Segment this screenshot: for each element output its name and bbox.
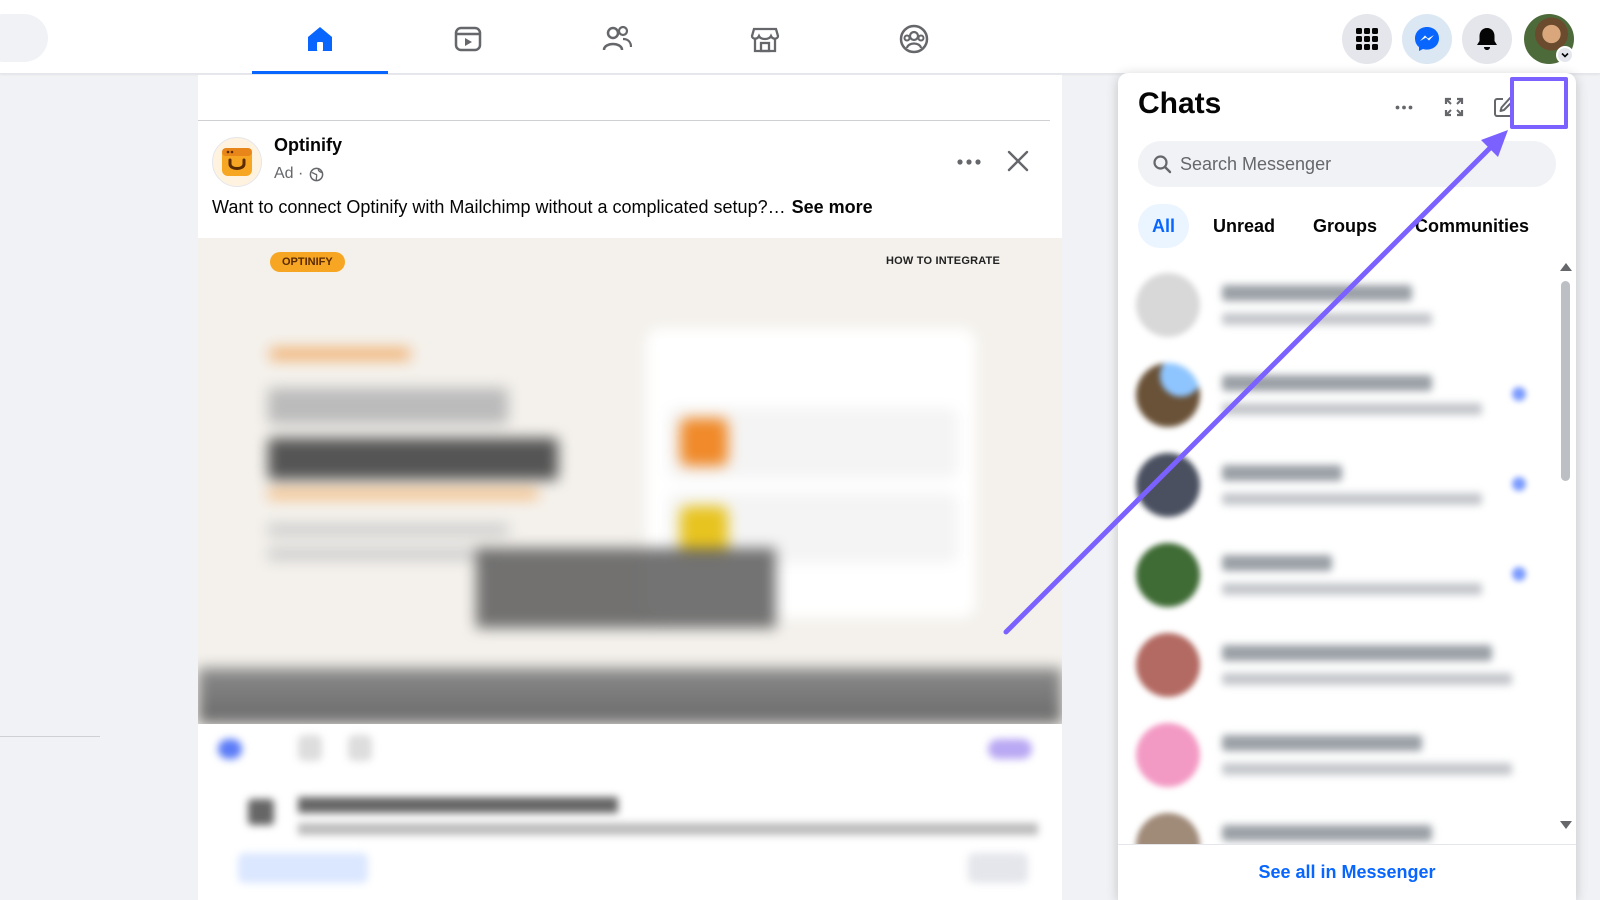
optinify-logo-icon [222,148,252,176]
scroll-up-arrow-icon[interactable] [1560,263,1572,271]
expand-icon [1444,97,1464,117]
promo-footer [228,781,1048,891]
hide-post-button[interactable] [1000,143,1036,179]
chats-panel: Chats All Unread Groups Communities [1118,73,1576,900]
media-howto-label: HOW TO INTEGRATE [886,255,1001,267]
account-chevron-down-icon[interactable] [1556,46,1574,64]
post-meta: Ad · [274,165,324,183]
messenger-button[interactable] [1402,14,1452,64]
messenger-icon [1415,27,1439,51]
nav-tab-marketplace[interactable] [697,4,833,74]
search-field-stub[interactable] [0,14,48,62]
notifications-bell-icon [1477,28,1497,50]
filter-all[interactable]: All [1138,204,1190,248]
video-icon [454,26,482,52]
advertiser-logo[interactable] [212,137,262,187]
friends-icon [602,25,633,51]
sponsored-post: Optinify Ad · Want to connect Optinify w… [198,121,1062,900]
nav-tab-home[interactable] [252,4,388,74]
previous-post-bottom [198,75,1062,121]
menu-grid-icon [1356,28,1378,50]
more-horizontal-icon [1395,105,1413,109]
scroll-thumb[interactable] [1561,281,1570,481]
advertiser-name[interactable]: Optinify [274,135,342,156]
chat-list-item[interactable] [1136,801,1536,845]
home-icon [308,27,332,51]
chat-options-button[interactable] [1386,89,1422,125]
globe-icon [310,167,324,181]
menu-button[interactable] [1342,14,1392,64]
video-controls[interactable] [198,668,1062,724]
close-icon [1007,150,1029,172]
marketplace-icon [750,27,780,53]
chat-list [1118,261,1558,845]
media-brand-badge: OPTINIFY [270,252,345,272]
chat-list-item[interactable] [1136,351,1536,439]
chats-title: Chats [1138,87,1222,120]
post-body-text: Want to connect Optinify with Mailchimp … [212,197,873,218]
top-navigation-bar [0,0,1600,74]
nav-tab-video[interactable] [400,4,536,74]
filter-groups[interactable]: Groups [1299,204,1391,248]
post-options-button[interactable] [952,145,986,179]
chat-list-item[interactable] [1136,711,1536,799]
chat-filter-tabs: All Unread Groups Communities [1138,203,1543,249]
scroll-down-arrow-icon[interactable] [1560,821,1572,829]
chat-list-item[interactable] [1136,261,1536,349]
more-horizontal-icon [957,159,981,165]
ad-video-media[interactable]: OPTINIFY HOW TO INTEGRATE [198,238,1062,724]
filter-communities[interactable]: Communities [1401,204,1543,248]
compose-button-highlight-box [1510,77,1568,129]
chat-list-scrollbar[interactable] [1558,263,1572,831]
chat-list-item[interactable] [1136,531,1536,619]
chat-list-item[interactable] [1136,621,1536,709]
nav-tab-friends[interactable] [549,4,685,74]
groups-icon [899,24,929,54]
post-text: Want to connect Optinify with Mailchimp … [212,197,786,217]
search-messenger-input[interactable] [1180,153,1540,175]
left-sidebar-divider [0,736,100,737]
see-all-in-messenger-link[interactable]: See all in Messenger [1258,862,1435,883]
see-all-footer: See all in Messenger [1118,844,1576,900]
chat-list-item[interactable] [1136,441,1536,529]
expand-chats-button[interactable] [1436,89,1472,125]
post-reactions-bar[interactable] [218,727,1038,767]
notifications-button[interactable] [1462,14,1512,64]
search-messenger-field[interactable] [1138,141,1556,187]
filter-unread[interactable]: Unread [1199,204,1289,248]
nav-tab-groups[interactable] [846,4,982,74]
sponsored-label: Ad · [274,165,304,182]
search-icon [1153,155,1172,174]
see-more-link[interactable]: See more [792,197,873,217]
